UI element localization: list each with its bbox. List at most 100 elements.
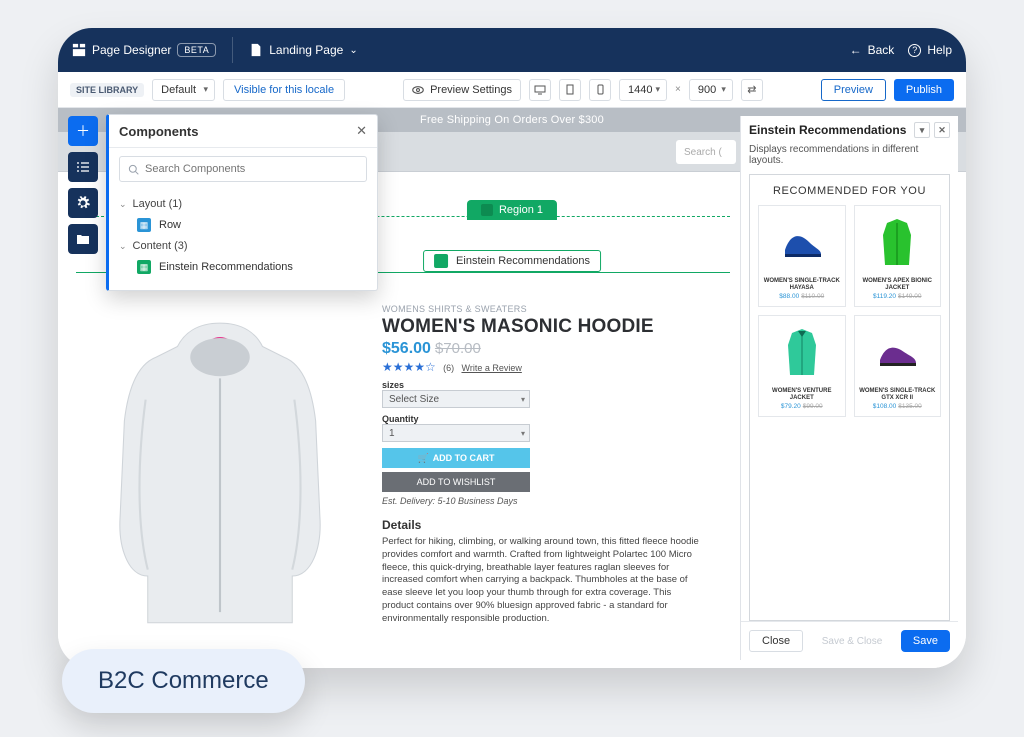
layout-row-item[interactable]: ▦ Row	[119, 214, 367, 236]
layout-group[interactable]: ⌄ Layout (1)	[119, 194, 367, 214]
device-phone-button[interactable]	[589, 79, 611, 101]
product-title: WOMEN'S MASONIC HOODIE	[382, 316, 730, 338]
rail-settings-button[interactable]	[68, 188, 98, 218]
star-icon: ★★★★☆	[382, 360, 436, 374]
left-rail: ＋	[68, 116, 98, 254]
rec-item[interactable]: WOMEN'S VENTURE JACKET $79.20$99.00	[758, 315, 846, 417]
close-components-button[interactable]: ✕	[356, 123, 367, 139]
close-icon: ✕	[938, 125, 946, 136]
visible-locale-button[interactable]: Visible for this locale	[223, 79, 345, 101]
list-icon	[76, 161, 90, 173]
help-button[interactable]: ? Help	[908, 43, 952, 57]
swap-dimensions-button[interactable]: ⇄	[741, 79, 763, 101]
desktop-icon	[534, 85, 546, 95]
review-count: (6)	[443, 363, 454, 373]
sizes-label: sizes	[382, 380, 730, 390]
components-search-input[interactable]	[145, 163, 358, 175]
rec-item[interactable]: WOMEN'S SINGLE-TRACK HAYASA $88.00$110.0…	[758, 205, 846, 307]
publish-button[interactable]: Publish	[894, 79, 954, 101]
beta-badge: BETA	[177, 43, 216, 57]
region-tab[interactable]: Region 1	[467, 200, 557, 220]
delivery-estimate: Est. Delivery: 5-10 Business Days	[382, 496, 730, 506]
components-search-wrapper	[119, 156, 367, 182]
page-designer-link[interactable]: Page Designer BETA	[72, 43, 216, 57]
preview-button[interactable]: Preview	[821, 79, 886, 101]
save-close-disabled: Save & Close	[811, 636, 893, 647]
rec-item[interactable]: WOMEN'S APEX BIONIC JACKET $119.20$149.0…	[854, 205, 942, 307]
tablet-icon	[566, 84, 574, 95]
back-button[interactable]: ← Back	[850, 43, 895, 57]
panel-close-button[interactable]: ✕	[934, 122, 950, 138]
rec-name: WOMEN'S SINGLE-TRACK HAYASA	[761, 278, 843, 291]
einstein-panel-subtitle: Displays recommendations in different la…	[741, 144, 958, 174]
phone-icon	[597, 84, 604, 95]
grid-icon	[72, 43, 86, 57]
plus-icon: ＋	[76, 121, 90, 141]
arrow-left-icon: ←	[850, 43, 862, 57]
page-designer-label: Page Designer	[92, 43, 171, 57]
chevron-down-icon: ▾	[920, 125, 925, 136]
preview-settings-button[interactable]: Preview Settings	[403, 79, 521, 101]
site-select[interactable]: Default	[152, 79, 215, 101]
product-price: $56.00$70.00	[382, 340, 730, 358]
width-input[interactable]: 1440	[619, 79, 667, 101]
quantity-label: Quantity	[382, 414, 730, 424]
breadcrumb: WOMENS SHIRTS & SWEATERS	[382, 304, 730, 314]
recommendation-heading: RECOMMENDED FOR YOU	[773, 185, 926, 197]
eye-icon	[412, 84, 424, 96]
gear-icon	[76, 196, 90, 210]
rec-name: WOMEN'S SINGLE-TRACK GTX XCR II	[857, 388, 939, 401]
shoe-icon	[779, 220, 825, 266]
help-icon: ?	[908, 44, 921, 57]
device-tablet-button[interactable]	[559, 79, 581, 101]
rec-item[interactable]: WOMEN'S SINGLE-TRACK GTX XCR II $108.00$…	[854, 315, 942, 417]
height-input[interactable]: 900	[689, 79, 733, 101]
storefront-search[interactable]: Search (	[676, 140, 736, 164]
size-select[interactable]: Select Size	[382, 390, 530, 408]
landing-page-label: Landing Page	[269, 43, 343, 57]
content-group[interactable]: ⌄ Content (3)	[119, 236, 367, 256]
recommendation-preview: RECOMMENDED FOR YOU WOMEN'S SINGLE-TRACK…	[749, 174, 950, 621]
chevron-down-icon: ⌄	[119, 241, 127, 252]
device-desktop-button[interactable]	[529, 79, 551, 101]
back-label: Back	[868, 43, 895, 57]
rail-structure-button[interactable]	[68, 152, 98, 182]
toolbar: SITE LIBRARY Default Visible for this lo…	[58, 72, 966, 108]
page-icon	[249, 43, 263, 57]
panel-save-button[interactable]: Save	[901, 630, 950, 652]
einstein-panel-title: Einstein Recommendations	[749, 123, 906, 137]
rail-add-button[interactable]: ＋	[68, 116, 98, 146]
landing-page-dropdown[interactable]: Landing Page ⌄	[249, 43, 357, 57]
shoe-icon	[874, 330, 920, 376]
close-icon: ✕	[356, 123, 367, 138]
rec-name: WOMEN'S VENTURE JACKET	[761, 388, 843, 401]
component-icon	[434, 254, 448, 268]
rating-row: ★★★★☆ (6) Write a Review	[382, 360, 730, 374]
components-title: Components	[119, 124, 198, 139]
cart-icon: 🛒	[417, 453, 428, 464]
add-to-cart-button[interactable]: 🛒 ADD TO CART	[382, 448, 530, 468]
product-label-pill: B2C Commerce	[62, 649, 305, 713]
write-review-link[interactable]: Write a Review	[461, 363, 521, 373]
jacket-icon	[782, 325, 822, 381]
content-einstein-item[interactable]: ▦ Einstein Recommendations	[119, 256, 367, 278]
row-icon: ▦	[137, 218, 151, 232]
panel-close-footer-button[interactable]: Close	[749, 630, 803, 652]
add-to-wishlist-button[interactable]: ADD TO WISHLIST	[382, 472, 530, 492]
site-library-badge: SITE LIBRARY	[70, 83, 144, 97]
einstein-component-chip[interactable]: Einstein Recommendations	[423, 250, 601, 272]
rec-name: WOMEN'S APEX BIONIC JACKET	[857, 278, 939, 291]
panel-menu-button[interactable]: ▾	[914, 122, 930, 138]
chevron-down-icon: ⌄	[119, 199, 127, 210]
jacket-icon	[877, 215, 917, 271]
quantity-select[interactable]: 1	[382, 424, 530, 442]
einstein-panel: Einstein Recommendations ▾ ✕ Displays re…	[740, 116, 958, 660]
product-image	[76, 304, 364, 644]
search-icon	[128, 164, 139, 175]
chevron-down-icon: ⌄	[349, 45, 357, 56]
components-panel: Components ✕ ⌄ Layout (1) ▦ Row	[106, 114, 378, 291]
rail-assets-button[interactable]	[68, 224, 98, 254]
details-heading: Details	[382, 518, 730, 532]
einstein-icon: ▦	[137, 260, 151, 274]
top-bar: Page Designer BETA Landing Page ⌄ ← Back…	[58, 28, 966, 72]
